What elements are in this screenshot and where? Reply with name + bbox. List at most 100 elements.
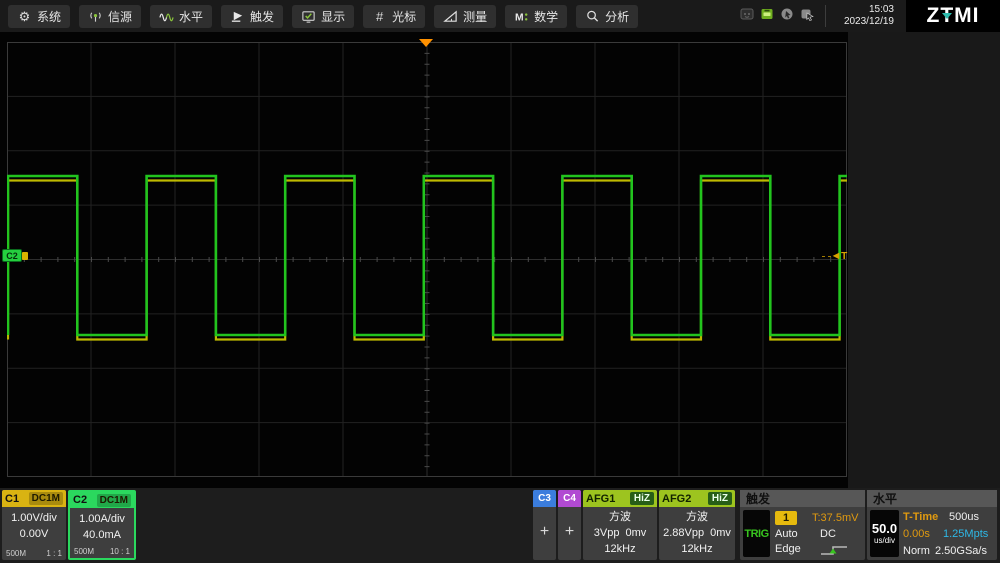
menu-measure-label: 测量 (463, 9, 488, 24)
afg2-box[interactable]: AFG2 HiZ 方波 2.88Vpp 0mv 12kHz (659, 490, 735, 560)
trigger-level-arrow-icon: ◀ (833, 251, 840, 260)
trigger-panel-title: 触发 (740, 490, 865, 507)
trigger-type: Edge (775, 543, 801, 555)
channel-c2-bandwidth: 500M (74, 547, 95, 556)
channel-c2-settings: 1.00A/div 40.0mA (70, 508, 134, 543)
t-time-label: T-Time (903, 511, 939, 523)
topbar-right-cluster: 15:03 2023/12/19 Z T MI (739, 0, 1000, 32)
touch-icon[interactable] (799, 6, 815, 27)
menu-math-label: 数学 (534, 9, 559, 24)
afg2-id: AFG2 (662, 492, 692, 505)
menu-trigger-label: 触发 (250, 9, 275, 24)
menu-source-label: 信源 (108, 9, 133, 24)
menu-math-button[interactable]: M 数学 (505, 4, 568, 28)
trigger-source-box: TRIG (743, 510, 770, 557)
channel-c3-add-button[interactable]: + (533, 507, 556, 557)
acquisition-mode: Norm (903, 545, 930, 557)
gear-icon: ⚙ (18, 8, 31, 24)
t-time-value: 500us (949, 511, 979, 523)
afg2-offset: 0mv (710, 527, 731, 539)
channel-c1-settings: 1.00V/div 0.00V (2, 507, 66, 542)
svg-text:M: M (515, 12, 524, 23)
channel-c1-header: C1 DC1M (2, 490, 66, 507)
channel-c2-coupling-badge: DC1M (96, 493, 131, 507)
right-side-panel (848, 32, 1000, 488)
channel-c4-box[interactable]: C4 + (558, 490, 581, 560)
afg2-header: AFG2 HiZ (659, 490, 735, 507)
date-display: 2023/12/19 (843, 16, 894, 27)
afg2-frequency: 12kHz (681, 543, 713, 555)
afg2-amplitude: 2.88Vpp (663, 527, 705, 539)
trigger-position-marker[interactable] (419, 39, 433, 47)
main-menu: ⚙ 系统 信源 水平 触发 显示 # 光标 测量 M 数学 分析 (0, 4, 639, 28)
screen-icon[interactable] (739, 6, 755, 27)
usb-storage-icon[interactable] (759, 6, 775, 27)
channel-c4-add-button[interactable]: + (558, 507, 581, 557)
cursor-hash-icon: # (375, 8, 384, 24)
channel-c1-bandwidth: 500M (6, 549, 27, 558)
trigger-flag-icon (230, 9, 245, 24)
afg1-waveform-type: 方波 (609, 511, 631, 523)
menu-trigger-button[interactable]: 触发 (221, 4, 284, 28)
top-menu-bar: ⚙ 系统 信源 水平 触发 显示 # 光标 测量 M 数学 分析 15:03 2… (0, 0, 1000, 32)
channel-c2-scale: 1.00A/div (79, 513, 125, 525)
trigger-source-label: TRIG (744, 527, 769, 540)
memory-depth: 1.25Mpts (943, 528, 989, 540)
channel-c4-id: C4 (563, 493, 576, 504)
trigger-sweep-mode: Auto (775, 528, 798, 540)
afg1-frequency: 12kHz (604, 543, 636, 555)
trigger-channel-badge: 1 (775, 511, 797, 525)
trigger-level-dash (822, 255, 831, 257)
channel-c1-scale: 1.00V/div (11, 512, 57, 524)
math-icon: M (514, 9, 529, 24)
menu-horizontal-label: 水平 (179, 9, 204, 24)
c2-ground-marker[interactable]: C2 (2, 249, 22, 262)
menu-cursor-label: 光标 (392, 9, 417, 24)
c1-ground-marker[interactable] (22, 252, 28, 260)
brand-logo-box: Z T MI (906, 0, 1000, 32)
channel-c3-box[interactable]: C3 + (533, 490, 556, 560)
afg1-amplitude: 3Vpp (593, 527, 620, 539)
rising-edge-icon (820, 544, 848, 557)
channel-c1-box[interactable]: C1 DC1M 1.00V/div 0.00V 500M 1 : 1 (2, 490, 66, 560)
afg1-impedance-badge: HiZ (629, 492, 654, 505)
channel-c2-probe-ratio: 10 : 1 (109, 547, 130, 556)
afg1-header: AFG1 HiZ (583, 490, 657, 507)
afg1-box[interactable]: AFG1 HiZ 方波 3Vpp 0mv 12kHz (583, 490, 657, 560)
trigger-panel[interactable]: 触发 TRIG 1 T:37.5mV Auto DC Edge (740, 490, 865, 560)
trigger-coupling: DC (820, 528, 836, 540)
channel-c4-header: C4 (558, 490, 581, 507)
channel-c1-offset: 0.00V (19, 528, 49, 540)
menu-measure-button[interactable]: 测量 (434, 4, 497, 28)
channel-c1-probe-ratio: 1 : 1 (46, 549, 62, 558)
timebase-unit: us/div (874, 535, 895, 545)
clock[interactable]: 15:03 2023/12/19 (836, 4, 894, 29)
afg1-offset: 0mv (625, 527, 647, 539)
channel-c2-id: C2 (73, 494, 88, 506)
menu-system-label: 系统 (37, 9, 62, 24)
timebase-box: 50.0 us/div (870, 510, 899, 557)
afg1-settings: 方波 3Vpp 0mv 12kHz (583, 507, 657, 557)
mouse-icon[interactable] (779, 6, 795, 27)
topbar-divider (825, 5, 826, 27)
channel-c1-id: C1 (5, 492, 20, 505)
horizontal-panel[interactable]: 水平 50.0 us/div T-Time 500us 0.00s 1.25Mp… (867, 490, 997, 560)
status-icons (739, 6, 815, 27)
menu-analyze-button[interactable]: 分析 (576, 4, 639, 28)
sample-rate: 2.50GSa/s (935, 545, 987, 557)
horizontal-panel-title: 水平 (867, 490, 997, 507)
menu-source-button[interactable]: 信源 (79, 4, 142, 28)
bottom-status-bar: C1 DC1M 1.00V/div 0.00V 500M 1 : 1 C2 DC… (0, 488, 1000, 563)
menu-analyze-label: 分析 (605, 9, 630, 24)
channel-c1-footer: 500M 1 : 1 (2, 549, 66, 558)
waveform-plot (7, 42, 847, 477)
menu-display-button[interactable]: 显示 (292, 4, 355, 28)
trigger-level-marker[interactable]: ◀ T (822, 250, 847, 262)
menu-system-button[interactable]: ⚙ 系统 (8, 4, 71, 28)
menu-horizontal-button[interactable]: 水平 (150, 4, 213, 28)
channel-c2-box[interactable]: C2 DC1M 1.00A/div 40.0mA 500M 10 : 1 (68, 490, 136, 560)
measure-triangle-icon (443, 9, 458, 24)
channel-c2-footer: 500M 10 : 1 (70, 547, 134, 556)
channel-c1-coupling-badge: DC1M (28, 492, 63, 505)
menu-cursor-button[interactable]: # 光标 (363, 4, 426, 28)
